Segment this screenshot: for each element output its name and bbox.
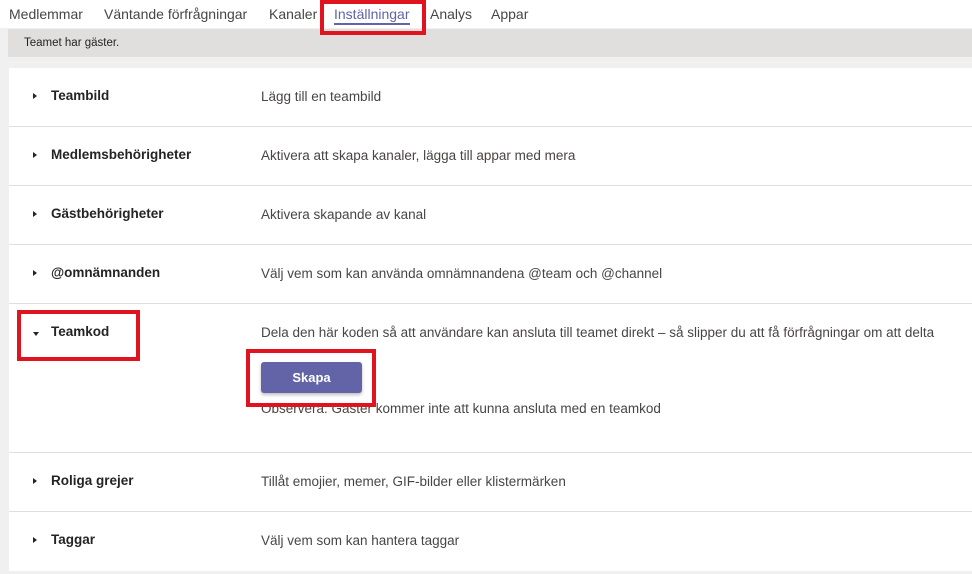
setting-description: Välj vem som kan hantera taggar (261, 533, 460, 548)
setting-row-member-permissions[interactable]: Medlemsbehörigheter Aktivera att skapa k… (9, 127, 972, 186)
chevron-right-icon (33, 537, 37, 543)
setting-row-mentions[interactable]: @omnämnanden Välj vem som kan använda om… (9, 245, 972, 304)
tab-bar: Medlemmar Väntande förfrågningar Kanaler… (0, 0, 972, 28)
guest-banner: Teamet har gäster. (8, 29, 972, 57)
setting-description: Aktivera skapande av kanal (261, 207, 427, 222)
guest-banner-text: Teamet har gäster. (24, 37, 120, 49)
setting-row-team-code: Teamkod Dela den här koden så att använd… (9, 304, 972, 453)
setting-row-guest-permissions[interactable]: Gästbehörigheter Aktivera skapande av ka… (9, 186, 972, 245)
setting-title: Medlemsbehörigheter (51, 147, 192, 162)
chevron-right-icon (33, 93, 37, 99)
setting-title: Teambild (51, 88, 110, 103)
setting-description: Aktivera att skapa kanaler, lägga till a… (261, 148, 576, 163)
chevron-right-icon (33, 152, 37, 158)
setting-row-tags[interactable]: Taggar Välj vem som kan hantera taggar (9, 512, 972, 570)
tab-members[interactable]: Medlemmar (9, 6, 83, 22)
tab-pending-requests[interactable]: Väntande förfrågningar (104, 6, 247, 22)
setting-row-fun-stuff[interactable]: Roliga grejer Tillåt emojier, memer, GIF… (9, 453, 972, 512)
tab-analytics[interactable]: Analys (430, 6, 472, 22)
tab-settings[interactable]: Inställningar (334, 6, 410, 22)
tab-apps[interactable]: Appar (491, 6, 528, 22)
tab-channels[interactable]: Kanaler (269, 6, 317, 22)
chevron-right-icon (33, 270, 37, 276)
setting-title: Taggar (51, 532, 96, 547)
setting-title: Gästbehörigheter (51, 206, 164, 221)
team-code-guest-note: Observera: Gäster kommer inte att kunna … (261, 401, 661, 416)
setting-description: Dela den här koden så att användare kan … (261, 325, 935, 340)
setting-description: Lägg till en teambild (261, 89, 382, 104)
active-tab-indicator (334, 23, 410, 25)
chevron-right-icon (33, 478, 37, 484)
chevron-down-icon[interactable] (33, 332, 39, 336)
setting-description: Välj vem som kan använda omnämnandena @t… (261, 266, 663, 281)
chevron-right-icon (33, 211, 37, 217)
setting-description: Tillåt emojier, memer, GIF-bilder eller … (261, 474, 566, 489)
setting-title[interactable]: Teamkod (51, 324, 109, 339)
setting-row-team-picture[interactable]: Teambild Lägg till en teambild (9, 68, 972, 127)
settings-card: Teambild Lägg till en teambild Medlemsbe… (9, 68, 972, 571)
setting-title: @omnämnanden (51, 265, 161, 280)
create-team-code-button[interactable]: Skapa (261, 362, 362, 393)
setting-title: Roliga grejer (51, 473, 134, 488)
